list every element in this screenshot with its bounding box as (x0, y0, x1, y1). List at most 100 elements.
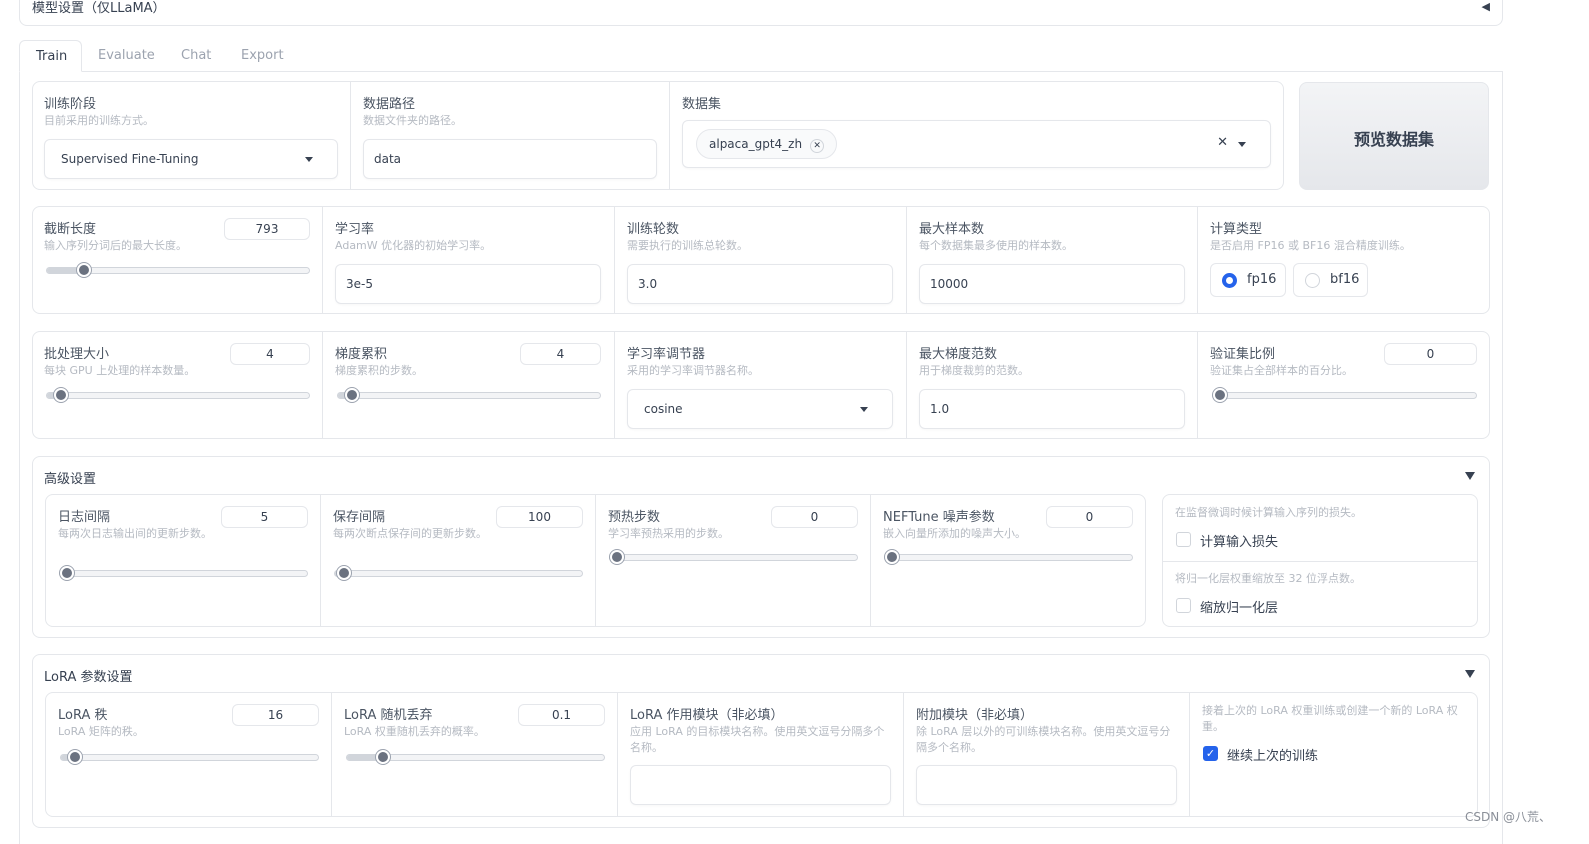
lora-target-input[interactable] (630, 765, 891, 805)
lora-settings-title[interactable]: LoRA 参数设置 (44, 666, 133, 685)
cutoff-number[interactable]: 793 (224, 218, 310, 240)
lora-target-info: 应用 LoRA 的目标模块名称。使用英文逗号分隔多个名称。 (630, 725, 885, 754)
logging-slider[interactable] (59, 566, 308, 580)
model-settings-accordion[interactable]: 模型设置（仅LLaMA） ◀ (19, 0, 1503, 26)
dataset-chip[interactable]: alpaca_gpt4_zh ✕ (696, 129, 838, 159)
stage-dropdown[interactable]: Supervised Fine-Tuning (44, 139, 338, 179)
slider-handle[interactable] (76, 263, 91, 277)
slider-handle[interactable] (1213, 388, 1227, 402)
upcast-layernorm-checkbox[interactable]: 缩放归一化层 (1176, 597, 1278, 616)
preview-dataset-button[interactable]: 预览数据集 (1299, 82, 1489, 190)
val-size-info: 验证集占全部样本的百分比。 (1210, 364, 1353, 377)
train-on-prompt-checkbox[interactable]: 计算输入损失 (1176, 531, 1278, 550)
slider-handle[interactable] (68, 750, 83, 764)
batch-slider[interactable] (46, 388, 310, 402)
neftune-info: 嵌入向量所添加的噪声大小。 (883, 527, 1026, 540)
tab-bar: Train Evaluate Chat Export (19, 40, 1503, 72)
train-on-prompt-label: 计算输入损失 (1200, 535, 1279, 550)
lora-params-row: LoRA 秩 LoRA 矩阵的秩。 16 LoRA 随机丢弃 LoRA 权重随机… (45, 692, 1478, 817)
tab-chat[interactable]: Chat (165, 40, 227, 72)
resume-info: 接着上次的 LoRA 权重训练或创建一个新的 LoRA 权重。 (1202, 704, 1458, 733)
additional-target-input[interactable] (916, 765, 1177, 805)
radio-bf16[interactable]: bf16 (1293, 263, 1368, 297)
slider-handle[interactable] (337, 566, 352, 580)
epochs-input[interactable]: 3.0 (627, 264, 893, 304)
lr-input[interactable]: 3e-5 (335, 264, 601, 304)
neftune-slider[interactable] (884, 550, 1133, 564)
max-samples-input[interactable]: 10000 (919, 264, 1185, 304)
checkbox-checked-icon[interactable]: ✓ (1203, 746, 1218, 761)
train-on-prompt-info: 在监督微调时候计算输入序列的损失。 (1175, 506, 1362, 519)
warmup-number[interactable]: 0 (771, 506, 858, 528)
max-samples-label: 最大样本数 (919, 222, 985, 237)
radio-selected-icon (1222, 273, 1237, 288)
slider-handle[interactable] (60, 566, 74, 580)
logging-number[interactable]: 5 (221, 506, 308, 528)
grad-accum-number[interactable]: 4 (520, 343, 601, 365)
remove-chip-icon[interactable]: ✕ (810, 139, 825, 153)
triangle-down-icon[interactable] (1465, 472, 1475, 480)
lr-info: AdamW 优化器的初始学习率。 (335, 239, 492, 252)
clear-x-icon[interactable]: ✕ (1217, 135, 1228, 150)
data-dir-info: 数据文件夹的路径。 (363, 114, 462, 127)
grad-norm-input[interactable]: 1.0 (919, 389, 1185, 429)
divider (1163, 561, 1477, 562)
lora-rank-number[interactable]: 16 (232, 704, 319, 726)
batch-label: 批处理大小 (44, 347, 110, 362)
upcast-info: 将归一化层权重缩放至 32 位浮点数。 (1175, 572, 1361, 585)
checkbox-unchecked-icon[interactable] (1176, 598, 1191, 613)
slider-handle[interactable] (54, 388, 69, 402)
radio-unselected-icon (1305, 273, 1320, 288)
save-steps-number[interactable]: 100 (496, 506, 583, 528)
triangle-down-icon[interactable] (1465, 670, 1475, 678)
tab-export[interactable]: Export (225, 40, 300, 72)
grad-accum-slider[interactable] (337, 388, 601, 402)
val-size-number[interactable]: 0 (1384, 343, 1477, 365)
radio-fp16-label: fp16 (1247, 272, 1277, 287)
max-samples-cell: 最大样本数 每个数据集最多使用的样本数。 10000 (907, 207, 1198, 313)
radio-fp16[interactable]: fp16 (1210, 263, 1286, 297)
tab-train[interactable]: Train (19, 40, 82, 72)
save-steps-label: 保存间隔 (333, 510, 386, 525)
scheduler-dropdown[interactable]: cosine (627, 389, 893, 429)
cutoff-cell: 截断长度 输入序列分词后的最大长度。 793 (33, 207, 323, 313)
lr-label: 学习率 (335, 222, 375, 237)
lr-cell: 学习率 AdamW 优化器的初始学习率。 3e-5 (323, 207, 615, 313)
chevron-down-icon (305, 157, 313, 162)
advanced-params-row: 日志间隔 每两次日志输出间的更新步数。 5 保存间隔 每两次断点保存间的更新步数… (45, 494, 1146, 627)
neftune-cell: NEFTune 噪声参数 嵌入向量所添加的噪声大小。 0 (871, 495, 1145, 626)
dataset-multiselect[interactable]: alpaca_gpt4_zh ✕ ✕ (682, 120, 1271, 168)
save-steps-slider[interactable] (334, 566, 583, 580)
lora-dropout-label: LoRA 随机丢弃 (344, 708, 433, 723)
triangle-left-icon[interactable]: ◀ (1482, 0, 1490, 13)
epochs-info: 需要执行的训练总轮数。 (627, 239, 748, 252)
lora-dropout-number[interactable]: 0.1 (518, 704, 605, 726)
lora-rank-slider[interactable] (60, 750, 319, 764)
slider-handle[interactable] (885, 550, 899, 564)
advanced-settings-title[interactable]: 高级设置 (44, 468, 96, 487)
tab-evaluate[interactable]: Evaluate (82, 40, 171, 72)
data-dir-input[interactable]: data (363, 139, 657, 179)
dataset-chip-label: alpaca_gpt4_zh (709, 137, 803, 151)
additional-target-cell: 附加模块（非必填） 除 LoRA 层以外的可训练模块名称。使用英文逗号分隔多个名… (904, 693, 1190, 816)
slider-handle[interactable] (376, 750, 391, 764)
radio-bf16-label: bf16 (1330, 272, 1360, 287)
grad-norm-info: 用于梯度裁剪的范数。 (919, 364, 1029, 377)
warmup-slider[interactable] (609, 550, 858, 564)
chevron-down-icon[interactable] (1238, 142, 1246, 147)
cutoff-slider[interactable] (46, 263, 310, 277)
batch-info: 每块 GPU 上处理的样本数量。 (44, 364, 196, 377)
slider-handle[interactable] (610, 550, 624, 564)
resume-lora-checkbox[interactable]: ✓ 继续上次的训练 (1203, 745, 1318, 764)
val-size-slider[interactable] (1212, 388, 1477, 402)
lora-target-label: LoRA 作用模块（非必填） (630, 708, 784, 723)
lora-rank-label: LoRA 秩 (58, 708, 108, 723)
batch-number[interactable]: 4 (230, 343, 310, 365)
neftune-number[interactable]: 0 (1046, 506, 1133, 528)
scheduler-cell: 学习率调节器 采用的学习率调节器名称。 cosine (615, 332, 907, 438)
upcast-label: 缩放归一化层 (1200, 601, 1279, 616)
slider-handle[interactable] (345, 388, 360, 402)
lora-dropout-slider[interactable] (346, 750, 605, 764)
grad-accum-info: 梯度累积的步数。 (335, 364, 423, 377)
checkbox-unchecked-icon[interactable] (1176, 532, 1191, 547)
